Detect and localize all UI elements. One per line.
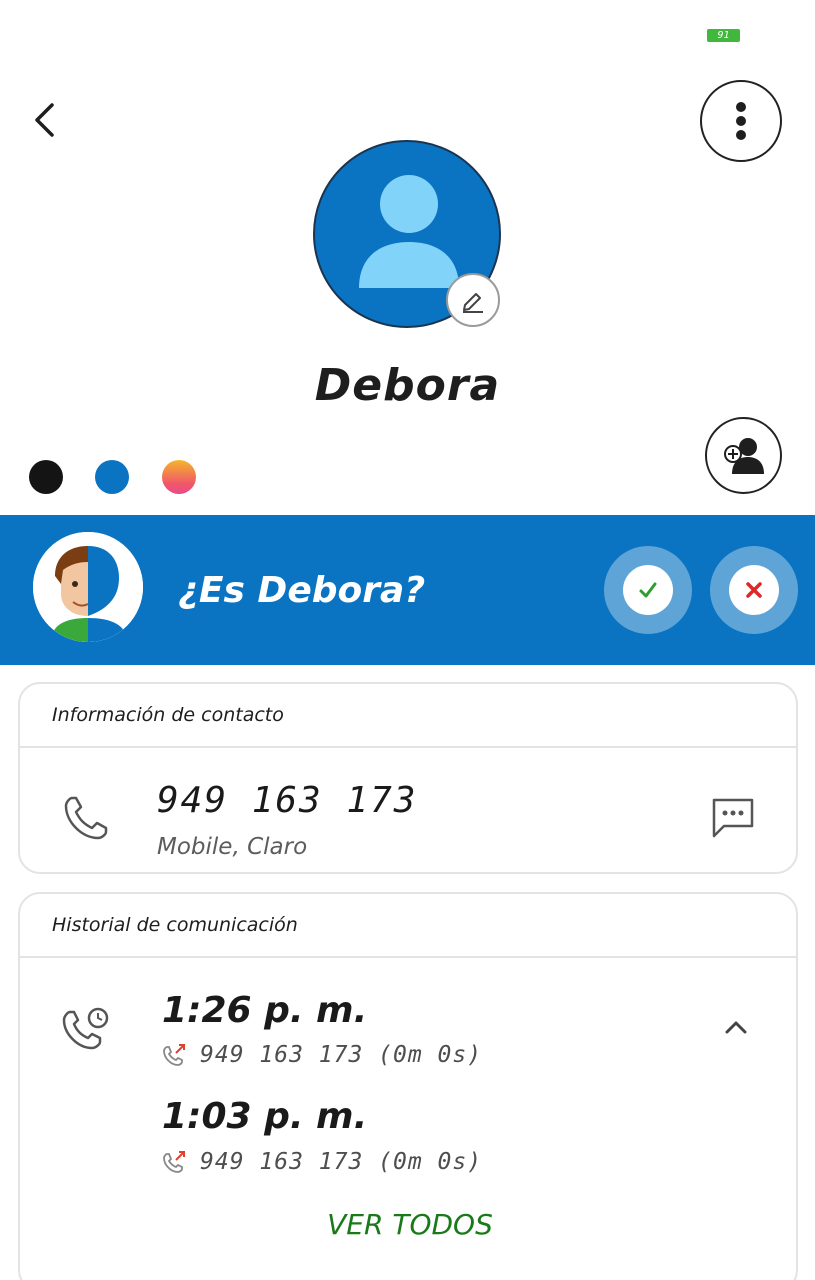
call-time: 1:26 p. m. bbox=[162, 990, 368, 1031]
phone-icon bbox=[60, 792, 112, 848]
phone-number[interactable]: 949 163 173 bbox=[157, 780, 417, 821]
reject-identity-button[interactable] bbox=[710, 546, 798, 634]
phone-type-carrier: Mobile, Claro bbox=[157, 834, 308, 860]
back-button[interactable] bbox=[22, 96, 66, 144]
color-swatch-gradient[interactable] bbox=[162, 460, 196, 494]
more-vertical-icon bbox=[736, 102, 746, 140]
collapse-history-button[interactable] bbox=[716, 1010, 756, 1044]
add-person-icon bbox=[723, 437, 764, 474]
color-swatch-black[interactable] bbox=[29, 460, 63, 494]
chevron-left-icon bbox=[35, 103, 54, 137]
see-all-button[interactable]: VER TODOS bbox=[20, 1208, 796, 1241]
battery-indicator: 91 bbox=[707, 29, 740, 42]
contact-info-card: Información de contacto 949 163 173 Mobi… bbox=[18, 682, 798, 874]
identification-question: ¿Es Debora? bbox=[178, 570, 426, 611]
identity-avatar bbox=[33, 532, 143, 642]
more-options-button[interactable] bbox=[700, 80, 782, 162]
message-icon bbox=[712, 798, 754, 838]
call-time: 1:03 p. m. bbox=[162, 1096, 368, 1137]
message-button[interactable] bbox=[710, 796, 756, 844]
call-detail-text: 949 163 173 (0m 0s) bbox=[200, 1149, 483, 1175]
confirm-identity-button[interactable] bbox=[604, 546, 692, 634]
call-detail-text: 949 163 173 (0m 0s) bbox=[200, 1042, 483, 1068]
check-icon bbox=[639, 582, 657, 598]
call-detail: 949 163 173 (0m 0s) bbox=[162, 1042, 482, 1068]
outgoing-call-icon bbox=[163, 1151, 185, 1173]
add-contact-button[interactable] bbox=[705, 417, 782, 494]
history-header: Historial de comunicación bbox=[20, 894, 796, 958]
contact-info-header: Información de contacto bbox=[20, 684, 796, 748]
call-detail: 949 163 173 (0m 0s) bbox=[162, 1149, 482, 1175]
close-icon bbox=[746, 582, 762, 598]
color-swatch-blue[interactable] bbox=[95, 460, 129, 494]
outgoing-call-icon bbox=[163, 1044, 185, 1066]
pencil-icon bbox=[463, 293, 483, 313]
chevron-up-icon bbox=[725, 1021, 747, 1034]
face-split-icon bbox=[33, 532, 143, 642]
edit-avatar-button[interactable] bbox=[446, 273, 500, 327]
communication-history-card: Historial de comunicación 1:26 p. m. 949… bbox=[18, 892, 798, 1280]
call-history-icon bbox=[60, 1004, 112, 1060]
contact-name: Debora bbox=[314, 360, 501, 411]
